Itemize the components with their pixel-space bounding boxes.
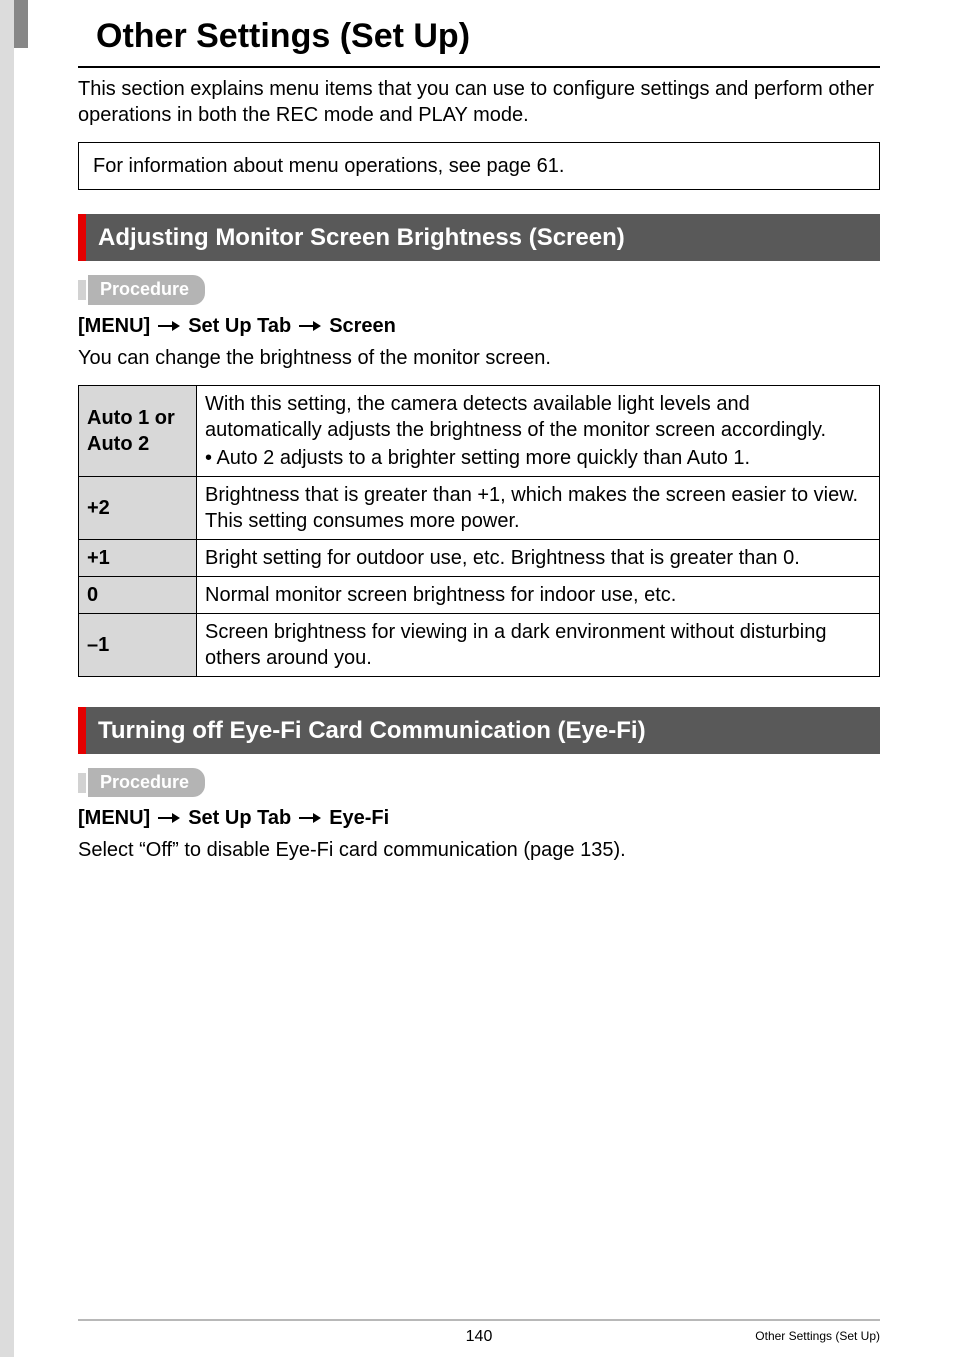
info-box: For information about menu operations, s… xyxy=(78,142,880,190)
procedure-chip: Procedure xyxy=(88,275,205,304)
arrow-right-icon xyxy=(299,813,321,823)
table-row: 0 Normal monitor screen brightness for i… xyxy=(79,576,880,613)
path-part: Screen xyxy=(329,313,396,339)
path-part: [MENU] xyxy=(78,805,150,831)
arrow-right-icon xyxy=(158,321,180,331)
desc-text: With this setting, the camera detects av… xyxy=(205,393,826,441)
arrow-right-icon xyxy=(158,813,180,823)
menu-path-eyefi: [MENU] Set Up Tab Eye-Fi xyxy=(78,805,880,831)
desc-cell: With this setting, the camera detects av… xyxy=(197,385,880,476)
option-cell: Auto 1 or Auto 2 xyxy=(79,385,197,476)
brightness-settings-table: Auto 1 or Auto 2 With this setting, the … xyxy=(78,385,880,677)
table-row: +2 Brightness that is greater than +1, w… xyxy=(79,476,880,539)
desc-bullet: Auto 2 adjusts to a brighter setting mor… xyxy=(205,445,871,471)
procedure-row: Procedure xyxy=(78,275,880,304)
path-part: Set Up Tab xyxy=(188,313,291,339)
desc-cell: Bright setting for outdoor use, etc. Bri… xyxy=(197,539,880,576)
footer-section-ref: Other Settings (Set Up) xyxy=(755,1329,880,1345)
page: Other Settings (Set Up) This section exp… xyxy=(0,0,954,1357)
procedure-row: Procedure xyxy=(78,768,880,797)
menu-path-screen: [MENU] Set Up Tab Screen xyxy=(78,313,880,339)
table-row: +1 Bright setting for outdoor use, etc. … xyxy=(79,539,880,576)
option-cell: +1 xyxy=(79,539,197,576)
path-part: Eye-Fi xyxy=(329,805,389,831)
procedure-bullet-icon xyxy=(78,280,86,300)
option-cell: –1 xyxy=(79,613,197,676)
path-part: [MENU] xyxy=(78,313,150,339)
table-row: –1 Screen brightness for viewing in a da… xyxy=(79,613,880,676)
table-row: Auto 1 or Auto 2 With this setting, the … xyxy=(79,385,880,476)
section2-desc: Select “Off” to disable Eye-Fi card comm… xyxy=(78,837,880,863)
section-heading-eyefi: Turning off Eye-Fi Card Communication (E… xyxy=(78,707,880,754)
left-accent-strip xyxy=(14,0,28,48)
option-cell: +2 xyxy=(79,476,197,539)
procedure-bullet-icon xyxy=(78,773,86,793)
procedure-chip: Procedure xyxy=(88,768,205,797)
desc-cell: Normal monitor screen brightness for ind… xyxy=(197,576,880,613)
path-part: Set Up Tab xyxy=(188,805,291,831)
desc-cell: Screen brightness for viewing in a dark … xyxy=(197,613,880,676)
page-title: Other Settings (Set Up) xyxy=(78,0,880,68)
section-heading-screen: Adjusting Monitor Screen Brightness (Scr… xyxy=(78,214,880,261)
page-number: 140 xyxy=(466,1327,493,1348)
option-cell: 0 xyxy=(79,576,197,613)
page-footer: 140 Other Settings (Set Up) xyxy=(78,1319,880,1345)
arrow-right-icon xyxy=(299,321,321,331)
section1-desc: You can change the brightness of the mon… xyxy=(78,345,880,371)
intro-text: This section explains menu items that yo… xyxy=(78,76,880,128)
desc-cell: Brightness that is greater than +1, whic… xyxy=(197,476,880,539)
